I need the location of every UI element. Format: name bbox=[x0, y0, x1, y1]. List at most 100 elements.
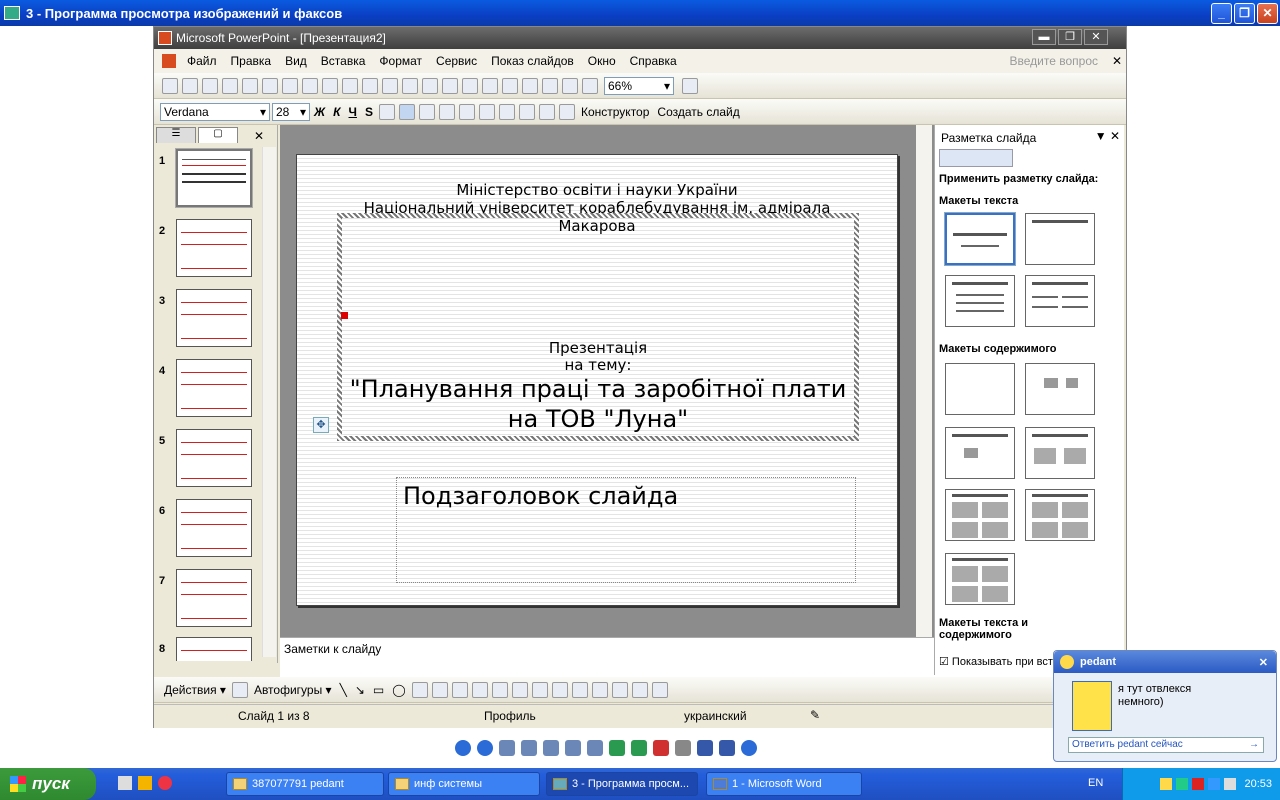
bullets-icon[interactable] bbox=[458, 103, 475, 120]
format-painter-icon[interactable] bbox=[382, 77, 398, 94]
layout-content[interactable] bbox=[1025, 363, 1095, 415]
paste-icon[interactable] bbox=[362, 77, 378, 94]
increase-font-icon[interactable] bbox=[478, 103, 495, 120]
layout-title-only[interactable] bbox=[1025, 213, 1095, 265]
font-color-icon[interactable] bbox=[558, 103, 575, 120]
font-size-select[interactable]: 28 ▾ bbox=[272, 102, 310, 121]
slide-thumb-5[interactable]: 5 bbox=[154, 427, 278, 493]
quicklaunch-notepad-icon[interactable] bbox=[118, 776, 132, 790]
menu-edit[interactable]: Правка bbox=[224, 54, 279, 68]
layout-title-text[interactable] bbox=[945, 275, 1015, 327]
zoom-select[interactable]: 66% ▾ bbox=[604, 76, 674, 95]
help-search-input[interactable]: Введите вопрос bbox=[1010, 54, 1099, 68]
autoshapes-menu[interactable]: Автофигуры ▾ bbox=[254, 683, 332, 697]
slide-vertical-scrollbar[interactable] bbox=[916, 125, 932, 637]
rotate-cw-icon[interactable] bbox=[609, 740, 625, 756]
layout-title-two-content[interactable] bbox=[1025, 427, 1095, 479]
print-icon[interactable] bbox=[242, 77, 258, 94]
oval-icon[interactable]: ◯ bbox=[392, 683, 405, 697]
layout-four-content[interactable] bbox=[945, 553, 1015, 605]
rectangle-icon[interactable]: ▭ bbox=[373, 683, 384, 697]
ppt-restore-button[interactable]: ❐ bbox=[1058, 29, 1082, 45]
menu-help[interactable]: Справка bbox=[623, 54, 684, 68]
doc-icon[interactable] bbox=[162, 54, 176, 68]
new-slide-button[interactable]: Создать слайд bbox=[657, 105, 739, 119]
tables-borders-icon[interactable] bbox=[482, 77, 498, 94]
slide-thumb-7[interactable]: 7 bbox=[154, 567, 278, 633]
help-icon[interactable] bbox=[682, 77, 698, 94]
slide-thumb-3[interactable]: 3 bbox=[154, 287, 278, 353]
save-image-icon[interactable] bbox=[697, 740, 713, 756]
font-select[interactable]: Verdana ▾ bbox=[160, 102, 270, 121]
arrow-style-icon[interactable] bbox=[611, 681, 628, 698]
align-left-icon[interactable] bbox=[378, 103, 395, 120]
designer-button[interactable]: Конструктор bbox=[581, 105, 649, 119]
menu-insert[interactable]: Вставка bbox=[314, 54, 373, 68]
layout-title-four-content-b[interactable] bbox=[1025, 489, 1095, 541]
dash-style-icon[interactable] bbox=[591, 681, 608, 698]
align-center-icon[interactable] bbox=[398, 103, 415, 120]
edit-image-icon[interactable] bbox=[719, 740, 735, 756]
delete-icon[interactable] bbox=[653, 740, 669, 756]
arrow-icon[interactable]: ↘ bbox=[355, 683, 365, 697]
task-image-viewer[interactable]: 3 - Программа просм... bbox=[546, 772, 698, 796]
line-color-icon[interactable] bbox=[531, 681, 548, 698]
tray-volume-icon[interactable] bbox=[1208, 778, 1221, 790]
actual-size-icon[interactable] bbox=[521, 740, 537, 756]
menu-format[interactable]: Формат bbox=[372, 54, 429, 68]
permission-icon[interactable] bbox=[222, 77, 238, 94]
color-icon[interactable] bbox=[582, 77, 598, 94]
tray-misc-icon[interactable] bbox=[1224, 778, 1237, 790]
clock[interactable]: 20:53 bbox=[1244, 778, 1272, 790]
picture-icon[interactable] bbox=[491, 681, 508, 698]
next-image-icon[interactable] bbox=[477, 740, 493, 756]
im-reply-link[interactable]: Ответить pedant сейчас → bbox=[1068, 737, 1264, 753]
slide-thumb-2[interactable]: 2 bbox=[154, 217, 278, 283]
zoom-in-icon[interactable] bbox=[565, 740, 581, 756]
taskpane-nav[interactable] bbox=[939, 149, 1013, 167]
open-icon[interactable] bbox=[182, 77, 198, 94]
rotate-ccw-icon[interactable] bbox=[631, 740, 647, 756]
quicklaunch-explorer-icon[interactable] bbox=[138, 776, 152, 790]
expand-icon[interactable] bbox=[522, 77, 538, 94]
minimize-button[interactable]: _ bbox=[1211, 3, 1232, 24]
font-color-draw-icon[interactable] bbox=[551, 681, 568, 698]
maximize-button[interactable]: ❐ bbox=[1234, 3, 1255, 24]
bold-button[interactable]: Ж bbox=[314, 105, 325, 119]
slide-thumb-4[interactable]: 4 bbox=[154, 357, 278, 423]
shadow-style-icon[interactable] bbox=[631, 681, 648, 698]
line-icon[interactable]: ╲ bbox=[340, 683, 347, 697]
task-inf-systems[interactable]: инф системы bbox=[388, 772, 540, 796]
3d-style-icon[interactable] bbox=[651, 681, 668, 698]
chart-icon[interactable] bbox=[442, 77, 458, 94]
move-handle-icon[interactable]: ✥ bbox=[313, 417, 329, 433]
menu-file[interactable]: Файл bbox=[180, 54, 224, 68]
start-button[interactable]: пуск bbox=[0, 768, 96, 800]
tray-antivirus-icon[interactable] bbox=[1192, 778, 1205, 790]
layout-title-four-content-a[interactable] bbox=[945, 489, 1015, 541]
underline-button[interactable]: Ч bbox=[349, 105, 357, 119]
menu-tools[interactable]: Сервис bbox=[429, 54, 484, 68]
table-icon[interactable] bbox=[462, 77, 478, 94]
copy-icon[interactable] bbox=[342, 77, 358, 94]
slides-pane-scrollbar[interactable] bbox=[262, 147, 276, 657]
layout-title-content[interactable] bbox=[945, 427, 1015, 479]
grid-icon[interactable] bbox=[562, 77, 578, 94]
slide-thumb-6[interactable]: 6 bbox=[154, 497, 278, 563]
select-pointer-icon[interactable] bbox=[231, 681, 248, 698]
resize-handle[interactable] bbox=[341, 312, 348, 319]
research-icon[interactable] bbox=[302, 77, 318, 94]
new-icon[interactable] bbox=[162, 77, 178, 94]
menu-view[interactable]: Вид bbox=[278, 54, 314, 68]
close-doc-icon[interactable]: ✕ bbox=[1112, 54, 1122, 68]
slide-canvas[interactable]: Міністерство освіти і науки України Наці… bbox=[296, 154, 898, 606]
align-right-icon[interactable] bbox=[418, 103, 435, 120]
im-notification[interactable]: pedant ✕ я тут отвлекся немного) Ответит… bbox=[1053, 650, 1277, 762]
task-pedant[interactable]: 387077791 pedant bbox=[226, 772, 384, 796]
shadow-button[interactable]: S bbox=[365, 105, 373, 119]
diagram-icon[interactable] bbox=[451, 681, 468, 698]
language-indicator[interactable]: EN bbox=[1088, 777, 1103, 789]
redo-icon[interactable] bbox=[422, 77, 438, 94]
hyperlink-icon[interactable] bbox=[502, 77, 518, 94]
best-fit-icon[interactable] bbox=[499, 740, 515, 756]
